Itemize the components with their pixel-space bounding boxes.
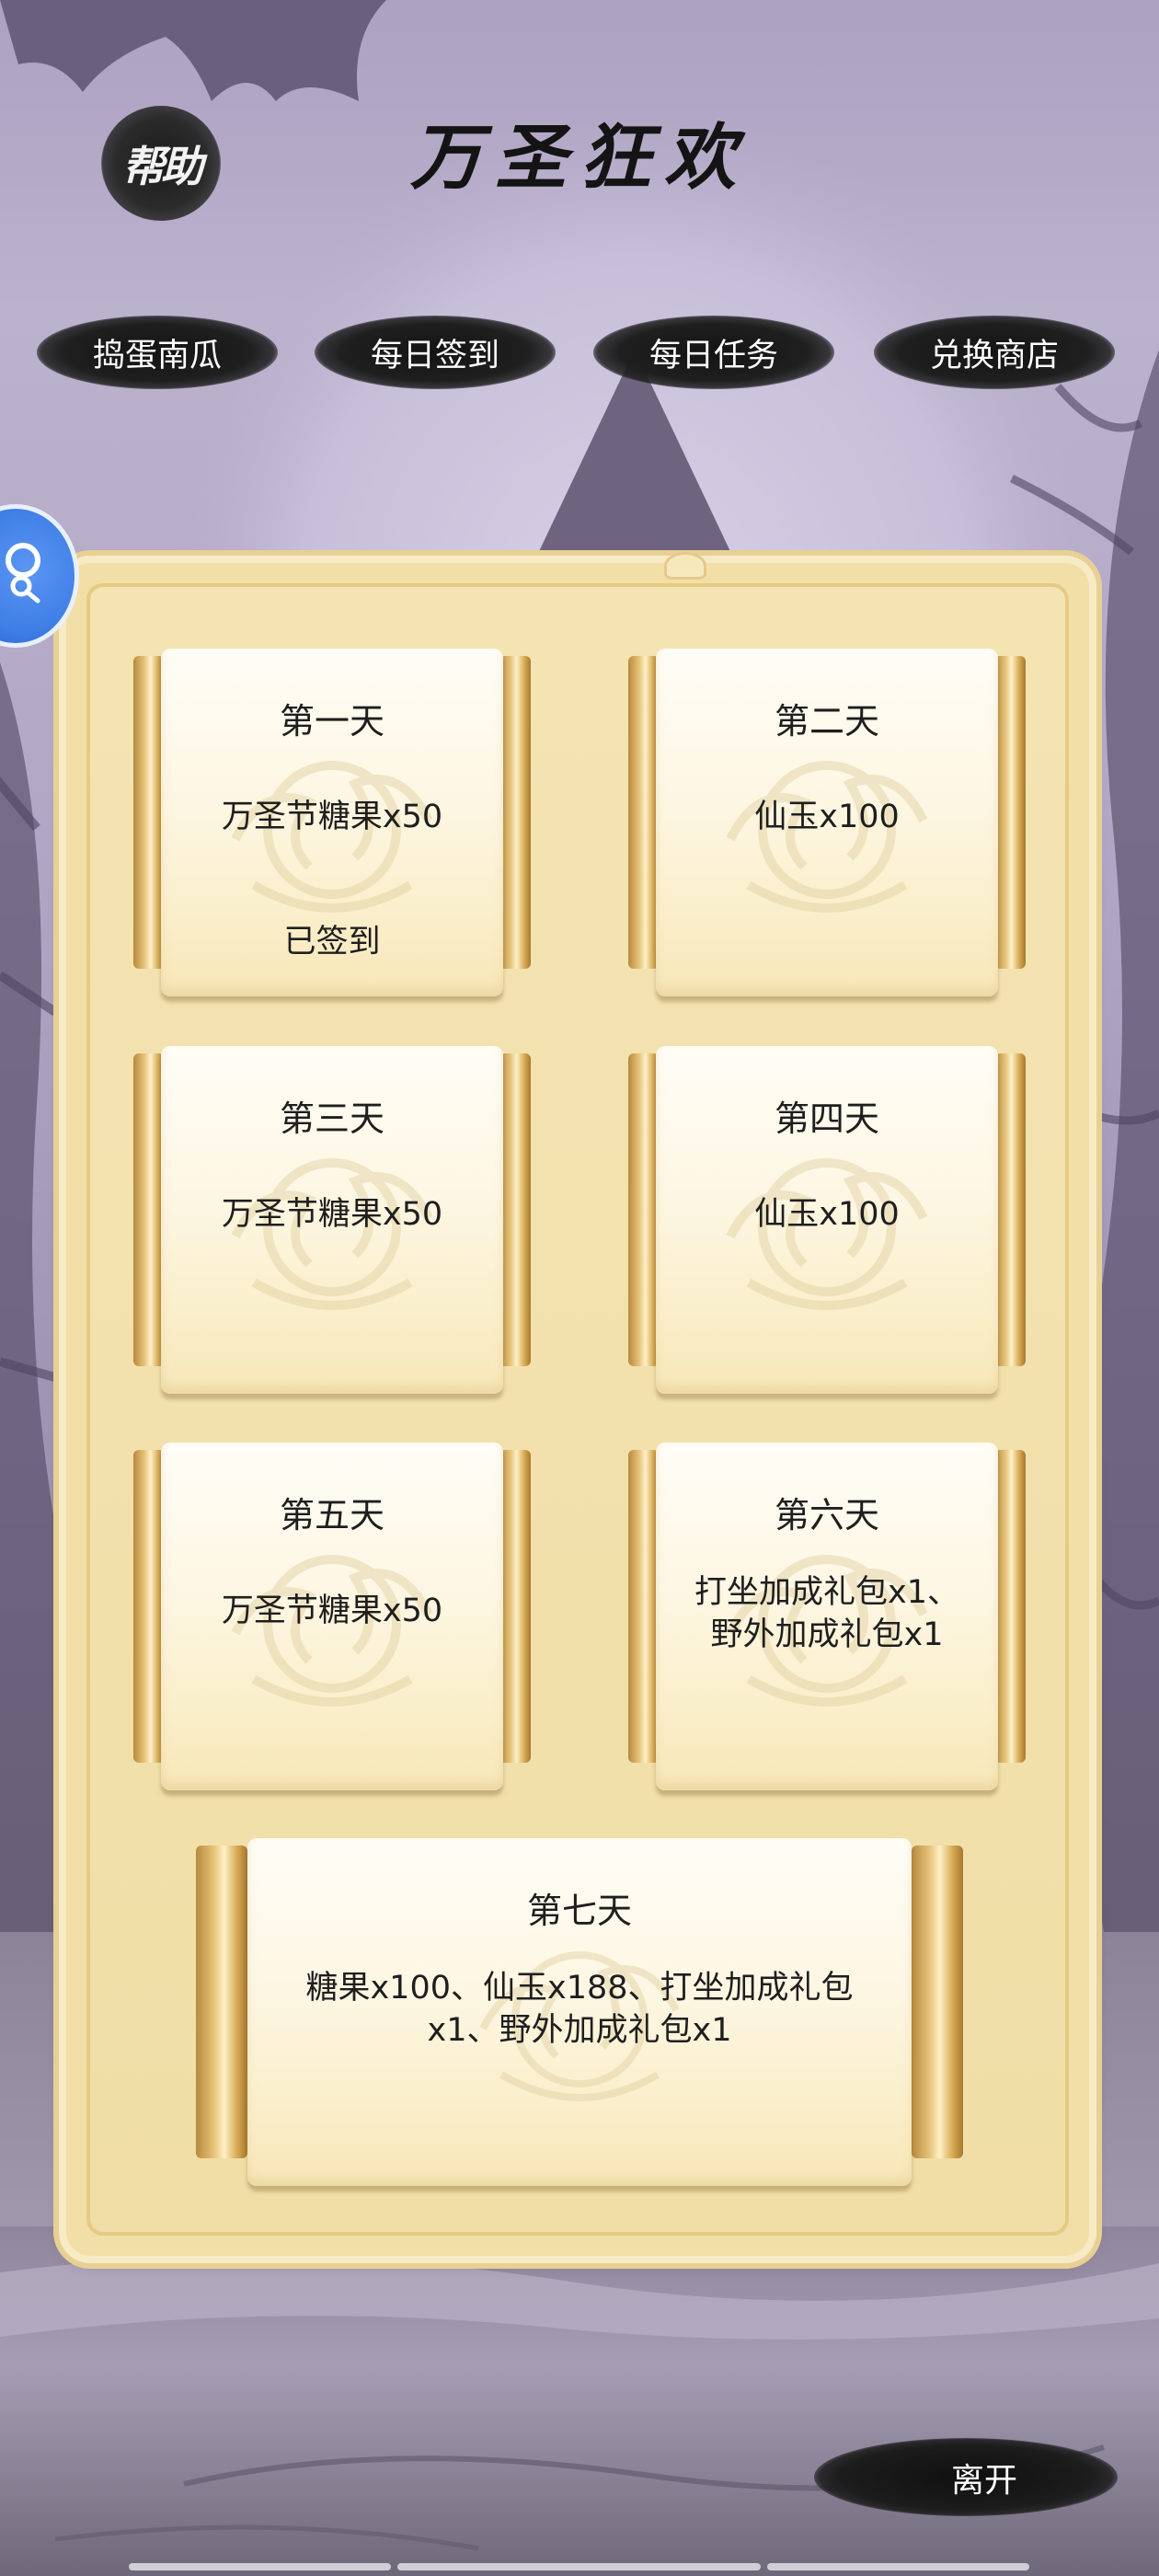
tab-pumpkin-prank[interactable]: 捣蛋南瓜 bbox=[37, 308, 278, 397]
tab-daily-tasks[interactable]: 每日任务 bbox=[593, 308, 834, 397]
scroll-rod bbox=[133, 1450, 165, 1763]
scroll-indicator bbox=[397, 2563, 761, 2570]
scroll-paper: 第七天 糖果x100、仙玉x188、打坐加成礼包x1、野外加成礼包x1 bbox=[247, 1838, 912, 2186]
day-label: 第五天 bbox=[279, 1495, 384, 1535]
reward-text: 仙玉x100 bbox=[754, 1196, 900, 1233]
scroll-rod bbox=[994, 1053, 1026, 1366]
scroll-rod bbox=[912, 1846, 963, 2158]
tab-label: 每日签到 bbox=[370, 337, 499, 374]
day-label: 第七天 bbox=[526, 1891, 632, 1931]
scroll-paper: 第二天 仙玉x100 bbox=[656, 649, 998, 996]
checked-in-status: 已签到 bbox=[283, 924, 381, 960]
leave-button[interactable]: 离开 bbox=[814, 2429, 1118, 2525]
scroll-paper: 第三天 万圣节糖果x50 bbox=[161, 1046, 503, 1394]
day-card-5[interactable]: 第五天 万圣节糖果x50 bbox=[133, 1443, 531, 1801]
scroll-rod bbox=[499, 1053, 531, 1366]
scroll-paper: 第四天 仙玉x100 bbox=[656, 1046, 998, 1394]
reward-text: 仙玉x100 bbox=[754, 799, 900, 835]
day-card-2[interactable]: 第二天 仙玉x100 bbox=[628, 649, 1026, 1007]
scroll-rod bbox=[994, 656, 1026, 969]
scroll-rod bbox=[994, 1450, 1026, 1763]
tab-exchange-shop[interactable]: 兑换商店 bbox=[874, 308, 1115, 397]
tab-daily-checkin[interactable]: 每日签到 bbox=[315, 308, 556, 397]
help-button[interactable]: 帮助 bbox=[101, 106, 221, 221]
scroll-indicator bbox=[767, 2563, 1029, 2570]
day-label: 第四天 bbox=[774, 1098, 879, 1139]
scroll-rod bbox=[133, 656, 165, 969]
day-card-4[interactable]: 第四天 仙玉x100 bbox=[628, 1046, 1026, 1405]
scroll-rod bbox=[196, 1846, 247, 2158]
scroll-rod bbox=[499, 656, 531, 969]
reward-text: 打坐加成礼包x1、野外加成礼包x1 bbox=[694, 1574, 959, 1653]
panel-ornament bbox=[664, 552, 706, 580]
reward-text: 万圣节糖果x50 bbox=[221, 1196, 443, 1233]
scroll-paper: 第五天 万圣节糖果x50 bbox=[161, 1443, 503, 1790]
day-label: 第三天 bbox=[279, 1098, 384, 1139]
reward-text: 万圣节糖果x50 bbox=[221, 1593, 443, 1629]
help-label: 帮助 bbox=[122, 141, 203, 191]
day-card-3[interactable]: 第三天 万圣节糖果x50 bbox=[133, 1046, 531, 1405]
leave-label: 离开 bbox=[950, 2461, 1017, 2500]
scroll-paper: 第六天 打坐加成礼包x1、野外加成礼包x1 bbox=[656, 1443, 998, 1790]
day-card-1[interactable]: 第一天 万圣节糖果x50 已签到 bbox=[133, 649, 531, 1007]
day-card-7[interactable]: 第七天 糖果x100、仙玉x188、打坐加成礼包x1、野外加成礼包x1 bbox=[196, 1838, 963, 2197]
reward-text: 糖果x100、仙玉x188、打坐加成礼包x1、野外加成礼包x1 bbox=[305, 1970, 854, 2049]
scroll-rod bbox=[133, 1053, 165, 1366]
scroll-rod bbox=[628, 656, 660, 969]
day-label: 第六天 bbox=[774, 1495, 879, 1535]
page-title: 万圣狂欢 bbox=[409, 116, 749, 200]
tab-label: 兑换商店 bbox=[929, 337, 1059, 374]
scroll-rod bbox=[628, 1450, 660, 1763]
day-label: 第二天 bbox=[774, 701, 879, 742]
scroll-rod bbox=[499, 1450, 531, 1763]
day-label: 第一天 bbox=[279, 701, 384, 742]
reward-text: 万圣节糖果x50 bbox=[221, 799, 443, 835]
tab-label: 捣蛋南瓜 bbox=[92, 337, 222, 374]
scroll-paper: 第一天 万圣节糖果x50 已签到 bbox=[161, 649, 503, 996]
scroll-rod bbox=[628, 1053, 660, 1366]
search-icon bbox=[6, 543, 40, 604]
scroll-indicator bbox=[129, 2563, 391, 2570]
tab-label: 每日任务 bbox=[648, 337, 778, 374]
day-card-6[interactable]: 第六天 打坐加成礼包x1、野外加成礼包x1 bbox=[628, 1443, 1026, 1801]
